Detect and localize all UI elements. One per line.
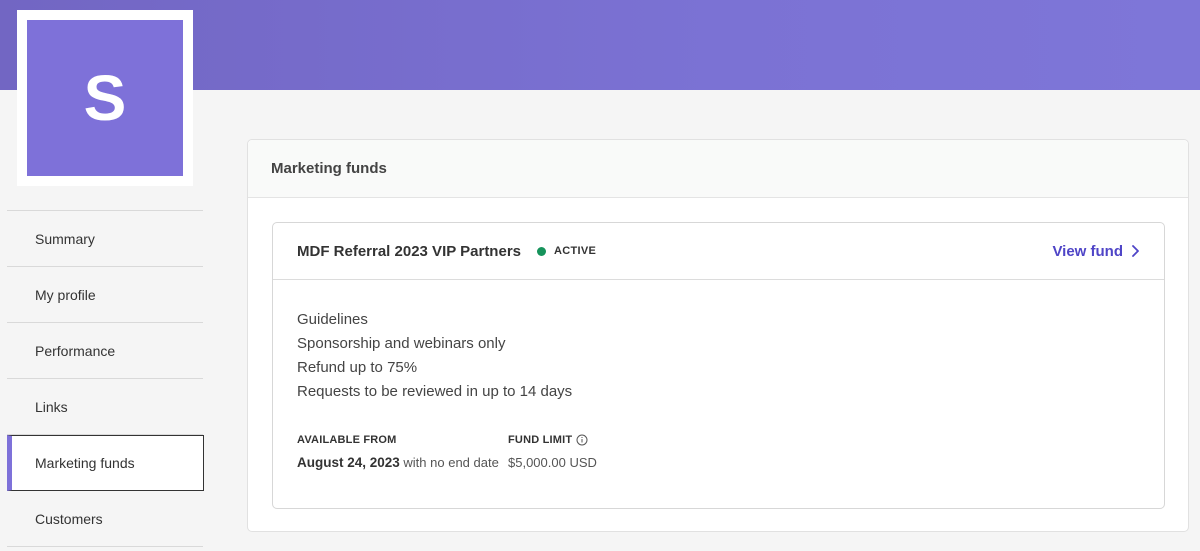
sidebar-item-summary[interactable]: Summary xyxy=(7,211,203,267)
available-from-label: AVAILABLE FROM xyxy=(297,434,397,446)
status-badge: ACTIVE xyxy=(554,245,597,257)
fund-limit-label-row: FUND LIMIT xyxy=(508,432,597,448)
fund-limit-label: FUND LIMIT xyxy=(508,434,573,446)
fund-limit: FUND LIMIT $5,000.00 USD xyxy=(508,432,597,473)
avatar-frame: S xyxy=(17,10,193,186)
available-from-value: August 24, 2023 with no end date xyxy=(297,452,508,473)
sidebar-item-my-profile[interactable]: My profile xyxy=(7,267,203,323)
sidebar-item-links[interactable]: Links xyxy=(7,379,203,435)
guideline-item: Sponsorship and webinars only xyxy=(297,335,506,352)
view-fund-link[interactable]: View fund xyxy=(1052,243,1140,260)
fund-meta: AVAILABLE FROM August 24, 2023 with no e… xyxy=(273,404,1164,473)
sidebar-nav: Summary My profile Performance Links Mar… xyxy=(7,210,204,547)
status-dot-icon xyxy=(537,246,546,256)
info-icon[interactable] xyxy=(576,434,588,446)
sidebar-item-marketing-funds[interactable]: Marketing funds xyxy=(7,435,204,491)
sidebar-item-customers[interactable]: Customers xyxy=(7,491,203,547)
fund-guidelines: Guidelines Sponsorship and webinars only… xyxy=(273,280,1164,404)
available-from-date: August 24, 2023 xyxy=(297,455,400,470)
panel-title: Marketing funds xyxy=(248,140,1188,198)
avatar: S xyxy=(27,20,183,176)
fund-limit-value: $5,000.00 USD xyxy=(508,455,597,470)
fund-title: MDF Referral 2023 VIP Partners xyxy=(297,242,521,260)
fund-card-header: MDF Referral 2023 VIP Partners ACTIVE Vi… xyxy=(273,223,1164,280)
sidebar-item-performance[interactable]: Performance xyxy=(7,323,203,379)
marketing-funds-panel: Marketing funds MDF Referral 2023 VIP Pa… xyxy=(247,139,1189,532)
fund-card: MDF Referral 2023 VIP Partners ACTIVE Vi… xyxy=(272,222,1165,509)
available-from: AVAILABLE FROM August 24, 2023 with no e… xyxy=(297,432,508,473)
guideline-item: Refund up to 75% xyxy=(297,359,418,376)
view-fund-label: View fund xyxy=(1052,242,1123,260)
guidelines-heading: Guidelines xyxy=(297,311,368,328)
guideline-item: Requests to be reviewed in up to 14 days xyxy=(297,383,573,400)
chevron-right-icon xyxy=(1131,244,1140,258)
available-from-suffix: with no end date xyxy=(399,455,499,470)
